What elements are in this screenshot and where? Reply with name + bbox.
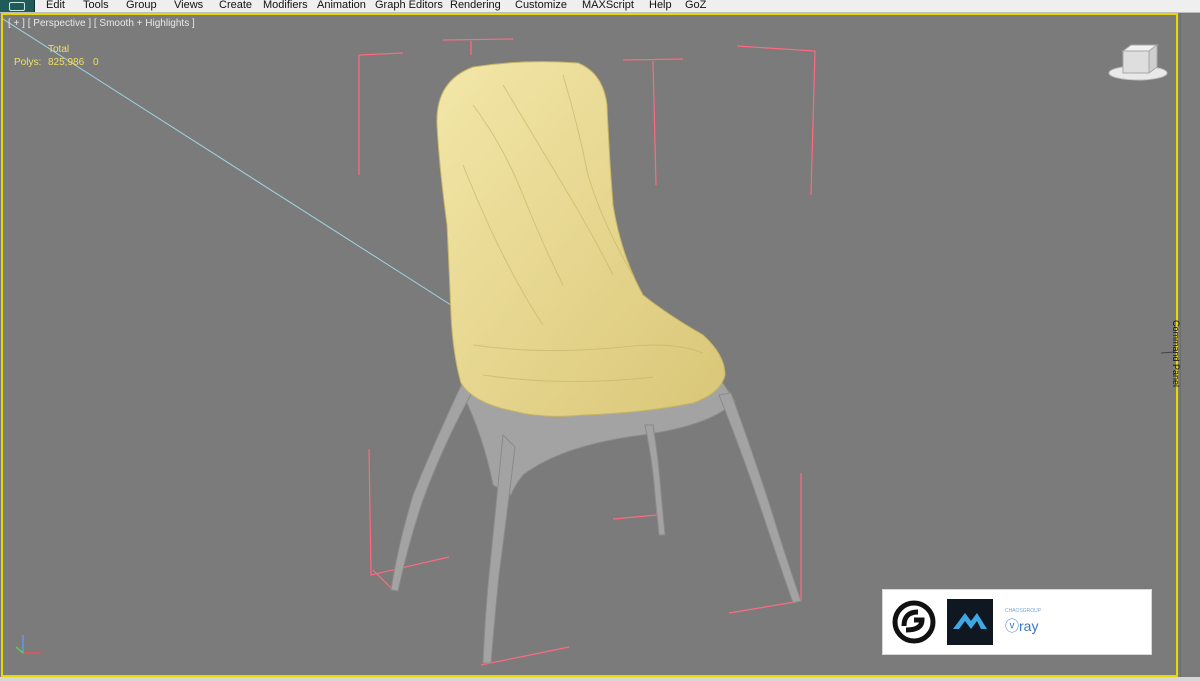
menu-bar: Edit Tools Group Views Create Modifiers … — [0, 0, 1200, 13]
stats-polys-selected: 0 — [93, 57, 99, 68]
software-logos: CHAOSGROUP ⓥray — [882, 589, 1152, 655]
status-bar-edge — [0, 677, 1200, 681]
menu-rendering[interactable]: Rendering — [450, 0, 501, 11]
viewcube-icon[interactable] — [1108, 44, 1168, 81]
perspective-viewport[interactable]: [ + ] [ Perspective ] [ Smooth + Highlig… — [1, 13, 1178, 677]
menu-help[interactable]: Help — [649, 0, 672, 11]
app-menu-icon — [9, 2, 25, 11]
menu-customize[interactable]: Customize — [515, 0, 567, 11]
stats-total-label: Total — [48, 44, 70, 55]
vray-company-label: CHAOSGROUP — [1005, 608, 1042, 614]
zbrush-logo-icon — [947, 599, 993, 645]
menu-goz[interactable]: GoZ — [685, 0, 706, 11]
3dsmax-logo-icon — [892, 600, 936, 644]
vray-logo-icon: CHAOSGROUP ⓥray — [1005, 608, 1085, 638]
chair-frame — [390, 374, 802, 664]
stats-polys-label: Polys: — [14, 57, 42, 68]
vray-label: ⓥray — [1005, 618, 1039, 634]
menu-maxscript[interactable]: MAXScript — [582, 0, 634, 11]
command-panel-strip[interactable] — [1180, 13, 1200, 681]
menu-tools[interactable]: Tools — [83, 0, 109, 11]
menu-graph-editors[interactable]: Graph Editors — [375, 0, 443, 11]
stats-polys-value: 825,986 — [48, 57, 85, 68]
axis-tripod-icon — [15, 635, 41, 654]
command-panel-label[interactable]: Command Panel — [1171, 320, 1181, 387]
viewport-label[interactable]: [ + ] [ Perspective ] [ Smooth + Highlig… — [8, 18, 195, 29]
scene-canvas[interactable] — [3, 15, 1176, 675]
menu-modifiers[interactable]: Modifiers — [263, 0, 308, 11]
menu-views[interactable]: Views — [174, 0, 203, 11]
app-menu-button[interactable] — [0, 0, 35, 12]
menu-edit[interactable]: Edit — [46, 0, 65, 11]
menu-group[interactable]: Group — [126, 0, 157, 11]
menu-animation[interactable]: Animation — [317, 0, 366, 11]
menu-create[interactable]: Create — [219, 0, 252, 11]
